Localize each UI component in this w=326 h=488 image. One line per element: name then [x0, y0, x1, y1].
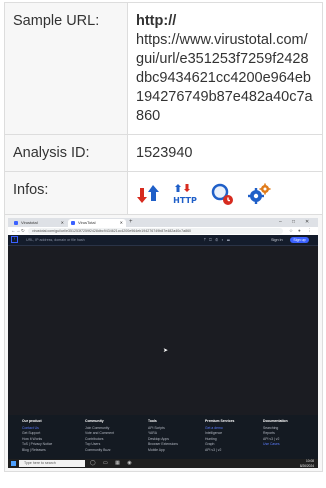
taskbar-search[interactable]: Type here to search	[19, 460, 85, 467]
gears-icon	[248, 183, 271, 204]
browser-tab-1[interactable]: Virustotal ✕	[11, 219, 67, 227]
sign-up-button[interactable]: Sign up	[290, 237, 309, 243]
analysis-screenshot: Virustotal ✕ VirusTotal ✕ + – □ ✕ ← → ↻ …	[8, 218, 318, 468]
download-upload-arrows-icon	[137, 185, 159, 203]
svg-text:HTTP: HTTP	[173, 196, 197, 205]
mouse-cursor-icon: ➤	[163, 348, 169, 354]
back-icon[interactable]: ←	[11, 227, 16, 235]
magnifier-clock-icon	[211, 183, 233, 205]
analysis-id-label: Analysis ID:	[4, 134, 128, 172]
maximize-icon[interactable]: □	[292, 218, 295, 227]
new-tab-icon[interactable]: +	[129, 218, 133, 227]
windows-taskbar: Type here to search ◯ ▭ ▦ ◉ 10:08 8/26/2…	[8, 459, 318, 468]
virustotal-logo-icon[interactable]: ›	[11, 236, 18, 243]
footer-column-premium: Premium Services Get a demo Intelligence…	[205, 419, 235, 452]
windows-start-icon[interactable]	[11, 461, 16, 466]
row-screenshot: Virustotal ✕ VirusTotal ✕ + – □ ✕ ← → ↻ …	[4, 214, 323, 472]
site-header: › URL, IP address, domain or file hash ⤒…	[8, 235, 318, 246]
menu-icon[interactable]: ⋮	[307, 227, 312, 235]
footer-column-tools: Tools API Scripts YARA Desktop Apps Brow…	[148, 419, 178, 452]
site-search-input[interactable]: URL, IP address, domain or file hash	[26, 237, 85, 243]
browser-tab-bar: Virustotal ✕ VirusTotal ✕ + – □ ✕	[8, 218, 318, 227]
browser-tab-2[interactable]: VirusTotal ✕	[68, 219, 126, 227]
sample-url-value: http:// https://www.virustotal.com/gui/u…	[127, 2, 323, 135]
screenshot-cell: Virustotal ✕ VirusTotal ✕ + – □ ✕ ← → ↻ …	[4, 214, 323, 472]
sample-url-text: https://www.virustotal.com/gui/url/e3512…	[136, 32, 313, 124]
tab-label: VirusTotal	[78, 220, 96, 225]
footer-column-product: Our product Contact Us Get Support How I…	[22, 419, 53, 452]
sample-url-scheme: http://	[136, 13, 177, 29]
sign-in-link[interactable]: Sign in	[271, 237, 283, 243]
sample-url-label: Sample URL:	[4, 2, 128, 135]
footer-column-community: Community Join Community Vote and Commen…	[85, 419, 115, 452]
tab-label: Virustotal	[21, 220, 38, 225]
address-bar: ← → ↻ virustotal.com/gui/url/e351253f725…	[8, 227, 318, 235]
report-card: Sample URL: http:// https://www.virustot…	[0, 0, 326, 488]
footer-column-documentation: Documentation Searching Reports API v3 |…	[263, 419, 288, 447]
minimize-icon[interactable]: –	[279, 218, 282, 227]
taskbar-apps[interactable]: ◯ ▭ ▦ ◉	[90, 459, 135, 468]
profile-icon[interactable]: ●	[298, 227, 301, 235]
row-sample-url: Sample URL: http:// https://www.virustot…	[4, 2, 323, 135]
forward-icon[interactable]: →	[16, 227, 21, 235]
window-close-icon[interactable]: ✕	[305, 218, 309, 227]
site-footer: Our product Contact Us Get Support How I…	[8, 415, 318, 459]
http-icon: HTTP	[173, 184, 197, 205]
analysis-id-value: 1523940	[127, 134, 323, 172]
close-icon[interactable]: ✕	[61, 219, 64, 227]
row-infos: Infos: HTTP	[4, 171, 323, 215]
infos-value: HTTP	[127, 171, 323, 215]
row-analysis-id: Analysis ID: 1523940	[4, 134, 323, 172]
header-icons[interactable]: ⤒ ▢ ⚙ ◐ ☰	[204, 236, 231, 244]
star-icon[interactable]: ☆	[289, 227, 293, 235]
infos-label: Infos:	[4, 171, 128, 215]
favicon-icon	[71, 221, 75, 225]
reload-icon[interactable]: ↻	[21, 227, 25, 235]
taskbar-clock[interactable]: 10:08 8/26/2024	[270, 459, 314, 468]
url-field[interactable]: virustotal.com/gui/url/e351253f7259f2428…	[28, 228, 283, 234]
info-table: Sample URL: http:// https://www.virustot…	[4, 2, 323, 472]
favicon-icon	[14, 221, 18, 225]
close-icon[interactable]: ✕	[120, 219, 123, 227]
infos-icons: HTTP	[136, 181, 315, 206]
